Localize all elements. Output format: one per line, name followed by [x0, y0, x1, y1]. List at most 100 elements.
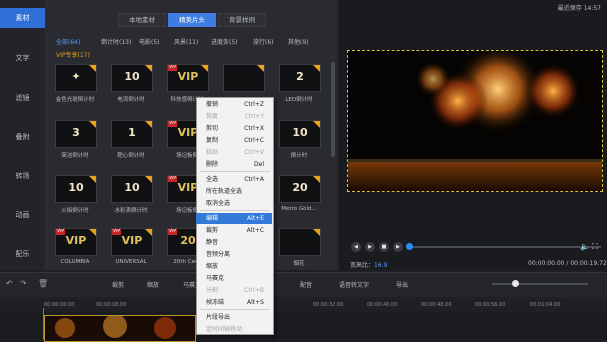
ruler-tick: 00:00:48.00	[421, 302, 452, 308]
thumbnail-label: UNIVERSAL	[115, 259, 147, 265]
fullscreen-icon[interactable]: ⛶	[592, 242, 598, 252]
speech-to-text-tool[interactable]: 语音转文字	[339, 280, 369, 289]
context-menu-item[interactable]: 复制 Ctrl+C	[196, 135, 272, 146]
download-corner-icon	[89, 121, 96, 128]
sidebar-item-animation[interactable]: 动画	[0, 205, 45, 225]
menu-separator	[200, 171, 270, 172]
context-menu-item[interactable]: 音频分离	[196, 249, 272, 260]
context-menu-item[interactable]: 编辑 Alt+E	[196, 213, 272, 224]
menu-item-label: 取消全选	[206, 200, 231, 207]
context-menu-item: 粘贴 Ctrl+V	[196, 147, 272, 158]
menu-item-label: 复制	[206, 137, 219, 144]
previous-frame-button[interactable]: ◀	[351, 242, 361, 252]
seek-knob[interactable]	[406, 243, 413, 250]
ruler-tick: 00:00:40.00	[367, 302, 398, 308]
seek-bar[interactable]	[408, 246, 601, 248]
thumbnail-item[interactable]: 1	[111, 120, 153, 148]
thumbnail-item[interactable]: 10	[111, 175, 153, 203]
delete-icon[interactable]: 🗑	[38, 279, 48, 288]
crop-tool[interactable]: 裁剪	[112, 280, 124, 289]
tab-local-media[interactable]: 本地素材	[118, 13, 166, 27]
aspect-value[interactable]: 16:9	[374, 262, 387, 269]
download-corner-icon	[89, 229, 96, 236]
export-tool[interactable]: 导出	[396, 280, 408, 289]
category-scenery[interactable]: 风景(11)	[174, 37, 198, 46]
category-movie[interactable]: 电影(5)	[139, 37, 160, 46]
context-menu-item[interactable]: 撤销 Ctrl+Z	[196, 99, 272, 110]
volume-icon[interactable]: 🔈	[580, 242, 590, 251]
context-menu-item[interactable]: 马赛克	[196, 273, 272, 284]
category-travel[interactable]: 旅行(6)	[253, 37, 274, 46]
playhead[interactable]	[43, 308, 44, 340]
thumbnail-item[interactable]: 20	[279, 175, 321, 203]
fireworks-frame	[348, 51, 602, 191]
thumbnail-item[interactable]	[223, 64, 265, 92]
context-menu-item[interactable]: 所在轨道全选	[196, 186, 272, 197]
media-scrollbar[interactable]	[331, 62, 335, 157]
menu-item-label: 定时间轴移动	[206, 326, 243, 333]
download-corner-icon	[145, 65, 152, 72]
thumbnail-label: LED倒计时	[285, 97, 313, 103]
context-menu-item[interactable]: 片段导出	[196, 312, 272, 323]
context-menu-item[interactable]: 剪切 Ctrl+X	[196, 123, 272, 134]
menu-item-label: 撤销	[206, 101, 219, 108]
sidebar-item-music[interactable]: 配乐	[0, 244, 45, 264]
clip-thumbnails	[45, 316, 195, 341]
vip-badge: VIP	[56, 229, 66, 235]
ruler-tick: 00:00:32.00	[313, 302, 344, 308]
thumbnail-item[interactable]: 10	[279, 120, 321, 148]
next-frame-button[interactable]: ▶	[393, 242, 403, 252]
zoom-slider[interactable]	[492, 283, 588, 285]
timeline-ruler[interactable]	[0, 297, 607, 311]
download-corner-icon	[313, 229, 320, 236]
download-corner-icon	[313, 176, 320, 183]
context-menu-item[interactable]: 删除 Del	[196, 159, 272, 170]
vip-badge: VIP	[168, 65, 178, 71]
play-button[interactable]: ▶	[365, 242, 375, 252]
sidebar-item-overlay[interactable]: 叠附	[0, 127, 45, 147]
category-all[interactable]: 全部(64)	[56, 37, 80, 46]
undo-icon[interactable]: ↶	[6, 279, 13, 288]
context-menu-item[interactable]: 帧冻结 Alt+S	[196, 297, 272, 308]
video-preview[interactable]	[347, 50, 603, 192]
context-menu-item[interactable]: 全选 Ctrl+A	[196, 174, 272, 185]
thumbnail-item[interactable]: 10	[55, 175, 97, 203]
menu-item-shortcut: Alt+S	[247, 299, 264, 306]
menu-item-label: 裁剪	[206, 227, 219, 234]
sidebar-item-text[interactable]: 文字	[0, 48, 45, 68]
context-menu-item[interactable]: 裁剪 Alt+C	[196, 225, 272, 236]
thumbnail-item[interactable]: ✦	[55, 64, 97, 92]
thumbnail-item[interactable]: VIP VIP	[111, 228, 153, 256]
timeline-clip[interactable]	[44, 315, 196, 342]
sidebar-item-transition[interactable]: 转场	[0, 166, 45, 186]
menu-item-shortcut: Ctrl+Y	[244, 113, 264, 120]
sidebar-item-media[interactable]: 素材	[0, 8, 45, 28]
voiceover-tool[interactable]: 配音	[300, 280, 312, 289]
zoom-slider-knob[interactable]	[512, 280, 519, 287]
aspect-ratio: 宽高比：16:9	[350, 260, 388, 269]
category-other[interactable]: 其他(9)	[288, 37, 309, 46]
sidebar-item-filters[interactable]: 滤镜	[0, 88, 45, 108]
redo-icon[interactable]: ↷	[20, 279, 27, 288]
thumbnail-item[interactable]: VIP VIP	[167, 64, 209, 92]
category-progress[interactable]: 进度条(5)	[211, 37, 238, 46]
context-menu-item[interactable]: 静音	[196, 237, 272, 248]
menu-item-label: 马赛克	[206, 275, 225, 282]
download-corner-icon	[145, 176, 152, 183]
stop-button[interactable]: ■	[379, 242, 389, 252]
menu-item-label: 所在轨道全选	[206, 188, 243, 195]
thumbnail-label: COLUMBIA	[60, 259, 90, 265]
left-sidebar: 素材 文字 滤镜 叠附 转场 动画 配乐	[0, 0, 46, 270]
thumbnail-item[interactable]: 2	[279, 64, 321, 92]
context-menu-item[interactable]: 缩放	[196, 261, 272, 272]
thumbnail-label: Metro Gold...	[281, 206, 317, 212]
tab-background-samples[interactable]: 背景样例	[218, 13, 266, 27]
thumbnail-item[interactable]: 10	[111, 64, 153, 92]
thumbnail-item[interactable]	[279, 228, 321, 256]
zoom-tool[interactable]: 缩放	[147, 280, 159, 289]
thumbnail-item[interactable]: 3	[55, 120, 97, 148]
context-menu-item[interactable]: 取消全选	[196, 198, 272, 209]
category-countdown[interactable]: 倒计时(13)	[101, 37, 131, 46]
tab-intros[interactable]: 精美片头	[168, 13, 216, 27]
thumbnail-item[interactable]: VIP VIP	[55, 228, 97, 256]
